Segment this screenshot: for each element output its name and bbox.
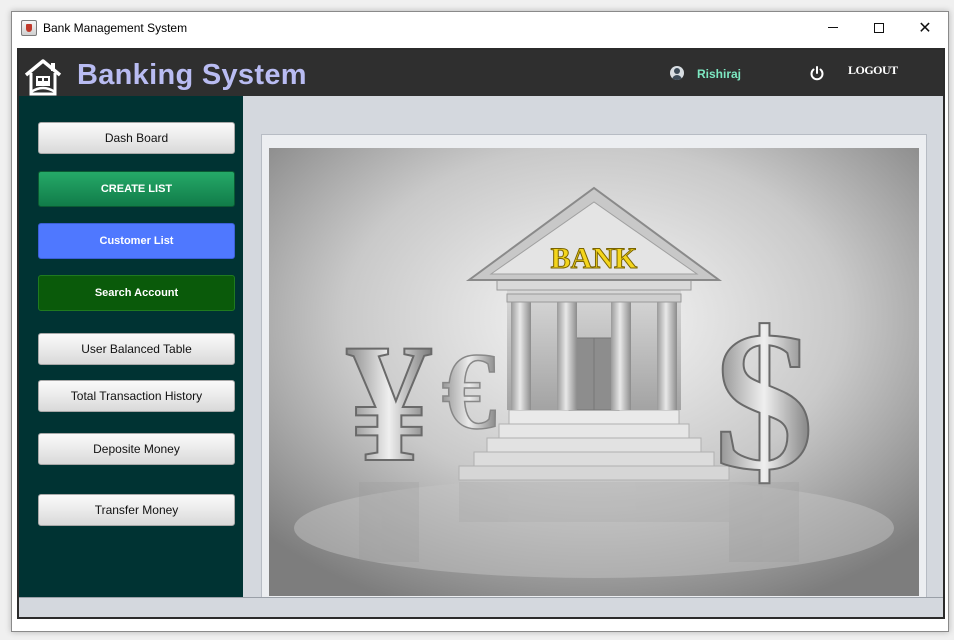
title-bar[interactable]: Bank Management System ✕ [12, 12, 948, 43]
bank-sign-text: BANK [551, 242, 638, 275]
close-button[interactable]: ✕ [902, 12, 948, 43]
euro-symbol: € [442, 330, 497, 452]
house-icon [24, 59, 62, 96]
dollar-symbol: $ [714, 291, 814, 512]
maximize-button[interactable] [856, 12, 902, 43]
app-window: Bank Management System ✕ Banking System … [11, 11, 949, 632]
content-panel: BANK ¥ € $ [261, 134, 927, 612]
logout-button[interactable]: LOGOUT [848, 63, 898, 78]
yen-symbol: ¥ [347, 309, 432, 497]
transfer-money-button[interactable]: Transfer Money [38, 494, 235, 526]
java-app-icon [21, 19, 37, 36]
maximize-icon [874, 22, 884, 33]
bank-illustration: BANK ¥ € $ [269, 148, 919, 596]
customer-list-button[interactable]: Customer List [38, 223, 235, 259]
username-label: Rishiraj [697, 67, 742, 81]
dashboard-button[interactable]: Dash Board [38, 122, 235, 154]
status-bar [19, 597, 943, 617]
create-list-button[interactable]: CREATE LIST [38, 171, 235, 207]
app-header: Banking System Rishiraj LOGOUT [19, 50, 943, 96]
deposit-money-button[interactable]: Deposite Money [38, 433, 235, 465]
minimize-icon [828, 27, 838, 28]
minimize-button[interactable] [810, 12, 856, 43]
main-frame: Banking System Rishiraj LOGOUT Dash Boar… [17, 48, 945, 619]
user-icon [670, 66, 684, 80]
sidebar: Dash Board CREATE LIST Customer List Sea… [19, 96, 243, 597]
search-account-button[interactable]: Search Account [38, 275, 235, 311]
power-icon[interactable] [809, 65, 825, 81]
app-heading: Banking System [77, 59, 307, 91]
window-title: Bank Management System [43, 20, 188, 35]
user-balanced-table-button[interactable]: User Balanced Table [38, 333, 235, 365]
transaction-history-button[interactable]: Total Transaction History [38, 380, 235, 412]
